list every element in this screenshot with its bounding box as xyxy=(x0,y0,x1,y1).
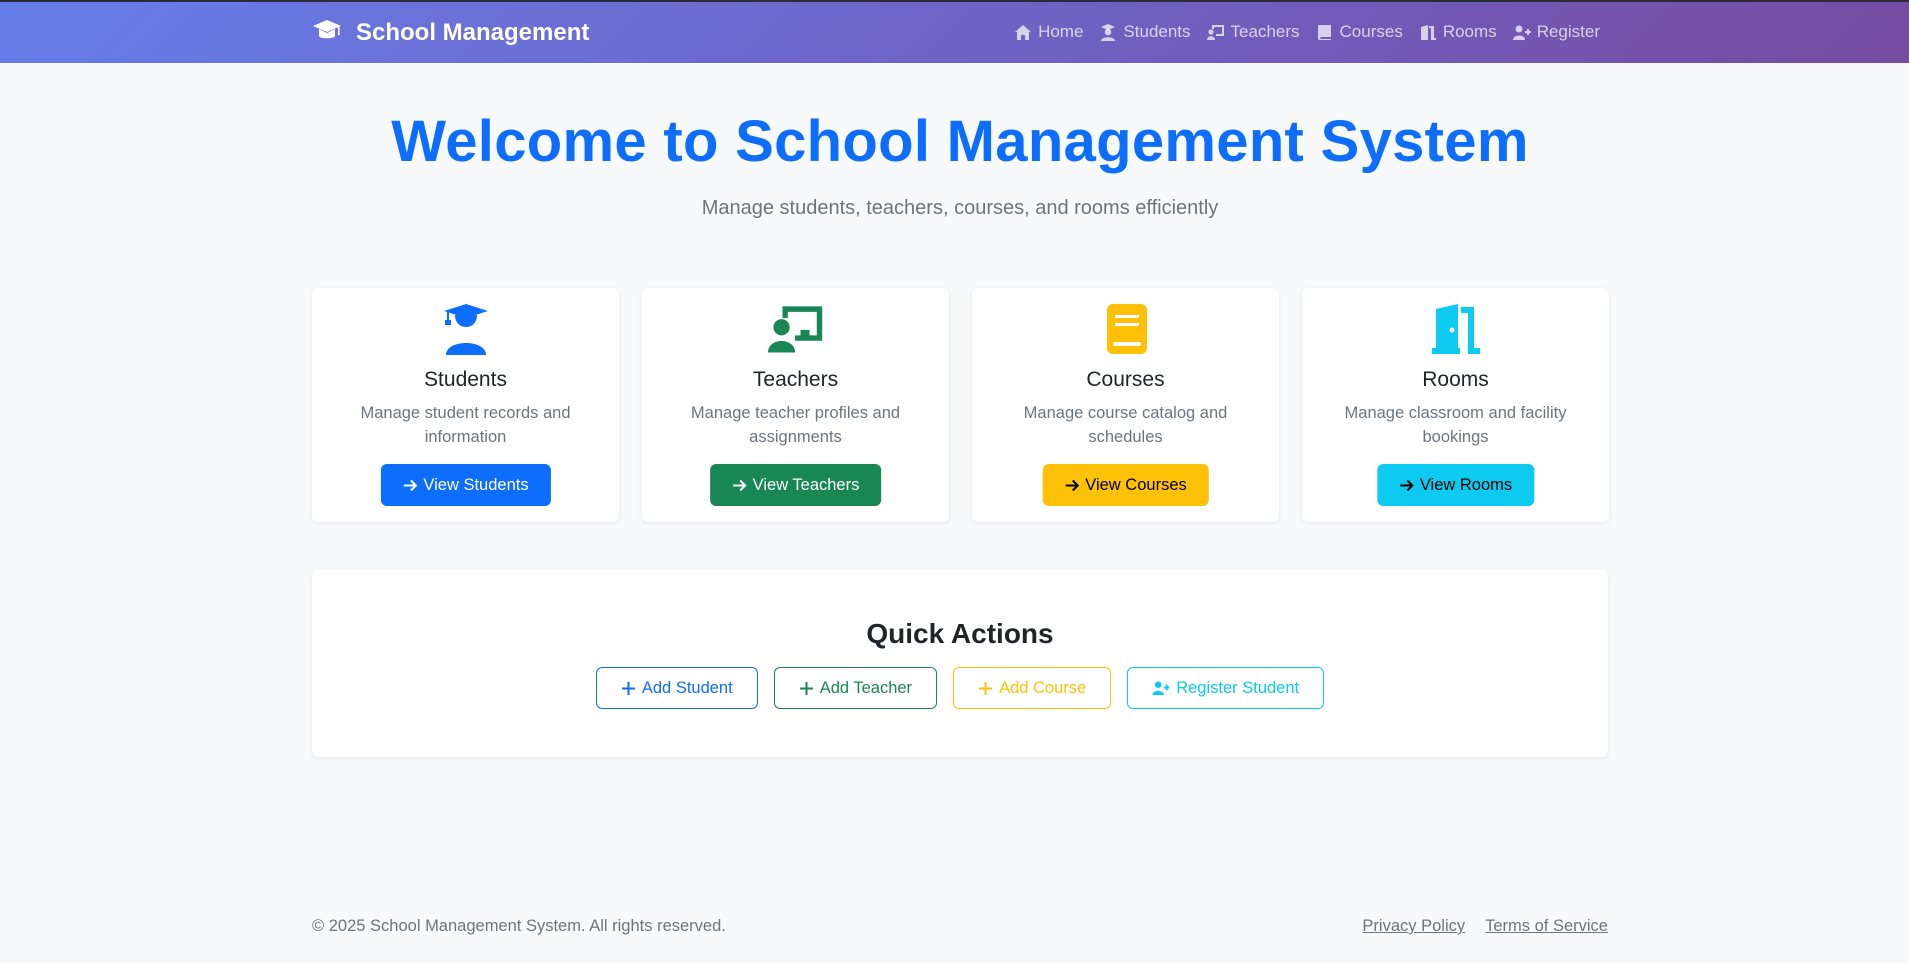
nav-item-students[interactable]: Students xyxy=(1099,22,1191,42)
register-student-button[interactable]: Register Student xyxy=(1127,667,1325,709)
arrow-right-icon xyxy=(1399,479,1414,491)
card-description: Manage student records and information xyxy=(360,404,571,446)
quick-actions-panel: Quick Actions Add Student Add Teacher Ad… xyxy=(312,570,1608,757)
arrow-right-icon xyxy=(403,479,417,491)
navbar: School Management Home Students Teachers… xyxy=(0,0,1909,63)
nav-item-label: Teachers xyxy=(1230,22,1300,41)
brand-link[interactable]: School Management xyxy=(312,18,589,48)
arrow-right-icon xyxy=(732,479,747,491)
button-label: Add Course xyxy=(999,678,1087,697)
add-student-button[interactable]: Add Student xyxy=(595,667,758,709)
card-courses: Courses Manage course catalog and schedu… xyxy=(972,288,1279,522)
button-label: Register Student xyxy=(1176,678,1300,697)
page-subtitle: Manage students, teachers, courses, and … xyxy=(701,197,1219,219)
card-title: Students xyxy=(424,368,507,391)
nav-item-courses[interactable]: Courses xyxy=(1316,22,1403,42)
plus-icon xyxy=(621,681,635,695)
button-label: View Rooms xyxy=(1419,475,1513,494)
door-icon xyxy=(1302,303,1609,355)
book-icon xyxy=(1317,24,1331,40)
nav-item-teachers[interactable]: Teachers xyxy=(1206,22,1300,42)
button-label: View Teachers xyxy=(752,475,860,494)
nav-item-label: Rooms xyxy=(1442,22,1497,41)
terms-of-service-link[interactable]: Terms of Service xyxy=(1485,917,1608,936)
plus-icon xyxy=(799,681,813,695)
nav-item-home[interactable]: Home xyxy=(1014,22,1083,42)
nav-item-label: Home xyxy=(1038,22,1084,41)
door-icon xyxy=(1420,24,1436,40)
view-courses-button[interactable]: View Courses xyxy=(1042,464,1209,506)
nav-item-rooms[interactable]: Rooms xyxy=(1419,22,1497,42)
button-label: Add Teacher xyxy=(819,678,913,697)
footer-copyright: © 2025 School Management System. All rig… xyxy=(312,917,726,935)
user-plus-icon xyxy=(1512,25,1531,40)
card-rooms: Rooms Manage classroom and facility book… xyxy=(1302,288,1609,522)
plus-icon xyxy=(979,681,993,695)
button-label: View Courses xyxy=(1085,475,1187,494)
card-description: Manage course catalog and schedules xyxy=(1023,404,1228,446)
card-title: Courses xyxy=(1086,368,1165,391)
page-title: Welcome to School Management System xyxy=(391,109,1529,174)
nav-item-register[interactable]: Register xyxy=(1512,22,1600,42)
view-teachers-button[interactable]: View Teachers xyxy=(709,464,882,506)
home-icon xyxy=(1015,24,1032,40)
user-plus-icon xyxy=(1152,681,1170,696)
teacher-icon xyxy=(642,303,949,355)
card-description: Manage teacher profiles and assignments xyxy=(690,404,901,446)
view-rooms-button[interactable]: View Rooms xyxy=(1376,464,1535,506)
card-teachers: Teachers Manage teacher profiles and ass… xyxy=(642,288,949,522)
view-students-button[interactable]: View Students xyxy=(380,464,551,506)
nav-menu: Home Students Teachers Courses Rooms Reg… xyxy=(1014,22,1600,42)
book-icon xyxy=(972,303,1279,355)
nav-item-label: Students xyxy=(1123,22,1191,41)
nav-item-label: Courses xyxy=(1339,22,1403,41)
teacher-icon xyxy=(1206,24,1224,40)
card-title: Teachers xyxy=(752,368,839,391)
add-course-button[interactable]: Add Course xyxy=(953,667,1112,709)
nav-item-label: Register xyxy=(1536,22,1600,41)
student-icon xyxy=(312,303,619,355)
privacy-policy-link[interactable]: Privacy Policy xyxy=(1362,917,1465,936)
card-students: Students Manage student records and info… xyxy=(312,288,619,522)
quick-actions-title: Quick Actions xyxy=(866,618,1054,649)
graduation-cap-icon xyxy=(312,17,342,50)
card-description: Manage classroom and facility bookings xyxy=(1344,404,1567,446)
student-icon xyxy=(1101,23,1116,41)
add-teacher-button[interactable]: Add Teacher xyxy=(773,667,938,709)
brand-name: School Management xyxy=(356,19,590,46)
card-title: Rooms xyxy=(1422,368,1489,391)
button-label: View Students xyxy=(423,475,529,494)
button-label: Add Student xyxy=(641,678,733,697)
footer-links: Privacy Policy Terms of Service xyxy=(1362,917,1608,936)
arrow-right-icon xyxy=(1065,479,1079,491)
quick-actions-buttons: Add Student Add Teacher Add Course Regis… xyxy=(312,667,1608,709)
